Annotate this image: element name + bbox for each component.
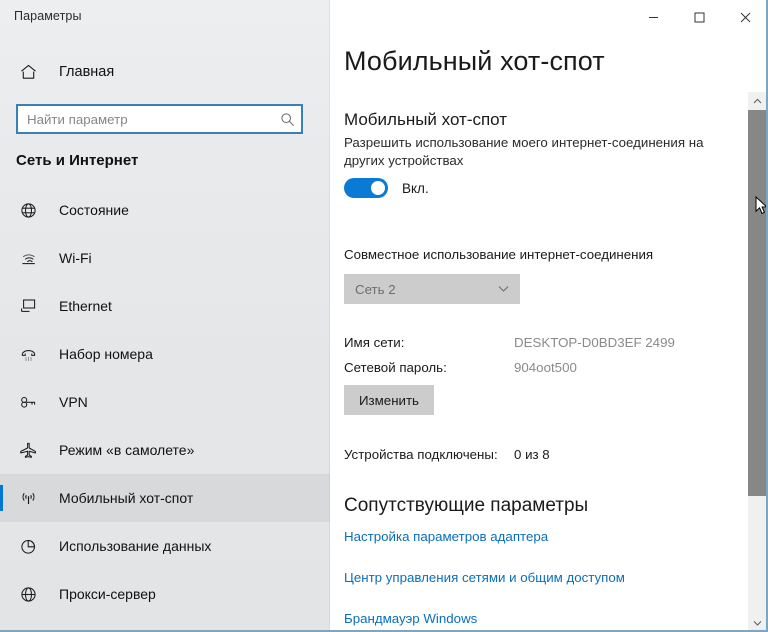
hotspot-toggle[interactable]	[344, 178, 388, 198]
devices-connected-row: Устройства подключены: 0 из 8	[344, 447, 550, 462]
network-password-row: Сетевой пароль: 904oot500	[344, 360, 577, 375]
close-icon	[740, 12, 750, 22]
scroll-up-button[interactable]	[748, 92, 766, 110]
sidebar-item-label: Режим «в самолете»	[59, 442, 195, 458]
hotspot-section-heading: Мобильный хот-спот	[344, 110, 508, 129]
sidebar-item-label: VPN	[59, 394, 88, 410]
home-label: Главная	[59, 64, 115, 80]
link-network-sharing-center[interactable]: Центр управления сетями и общим доступом	[344, 570, 625, 585]
sidebar-item-proxy[interactable]: Прокси-сервер	[0, 570, 330, 618]
sidebar-item-label: Ethernet	[59, 298, 112, 314]
sidebar-item-vpn[interactable]: VPN	[0, 378, 330, 426]
hotspot-toggle-label: Вкл.	[402, 180, 429, 196]
hotspot-toggle-row: Вкл.	[344, 178, 429, 198]
link-windows-firewall[interactable]: Брандмауэр Windows	[344, 611, 477, 626]
close-button[interactable]	[722, 0, 766, 34]
sidebar-item-status[interactable]: Состояние	[0, 186, 330, 234]
search-icon	[273, 112, 301, 127]
airplane-icon	[16, 442, 40, 458]
settings-window: Параметры Главная Найти параметр Сеть и …	[0, 0, 768, 632]
sidebar-item-data-usage[interactable]: Использование данных	[0, 522, 330, 570]
settings-scroll-area: Мобильный хот-спот Разрешить использован…	[330, 92, 750, 630]
title-bar: Параметры	[0, 0, 766, 34]
sidebar-item-label: Использование данных	[59, 538, 212, 554]
sharing-dropdown-value: Сеть 2	[355, 281, 396, 297]
content-pane: Мобильный хот-спот Мобильный хот-спот Ра…	[330, 0, 766, 630]
wifi-icon	[16, 251, 40, 266]
sidebar-item-dialup[interactable]: Набор номера	[0, 330, 330, 378]
sidebar-item-wifi[interactable]: Wi-Fi	[0, 234, 330, 282]
hotspot-description: Разрешить использование моего интернет-с…	[344, 135, 704, 169]
toggle-knob	[371, 181, 385, 195]
sharing-label: Совместное использование интернет-соедин…	[344, 247, 654, 262]
window-title: Параметры	[14, 9, 82, 23]
devices-connected-value: 0 из 8	[514, 447, 550, 462]
sidebar-item-airplane-mode[interactable]: Режим «в самолете»	[0, 426, 330, 474]
devices-connected-label: Устройства подключены:	[344, 447, 498, 462]
sidebar-item-label: Состояние	[59, 202, 129, 218]
chevron-down-icon	[494, 285, 512, 293]
scroll-down-button[interactable]	[748, 614, 766, 630]
dialup-phone-icon	[16, 346, 40, 362]
search-box[interactable]	[16, 104, 303, 134]
chevron-up-icon	[753, 98, 761, 104]
minimize-button[interactable]	[630, 0, 676, 34]
sidebar-item-label: Мобильный хот-спот	[59, 490, 194, 506]
maximize-button[interactable]	[676, 0, 722, 34]
hotspot-icon	[16, 490, 40, 506]
sidebar-item-ethernet[interactable]: Ethernet	[0, 282, 330, 330]
content-scrollbar[interactable]	[748, 92, 766, 630]
minimize-icon	[648, 16, 658, 18]
edit-button[interactable]: Изменить	[344, 385, 434, 415]
network-name-label: Имя сети:	[344, 335, 405, 350]
sidebar-item-mobile-hotspot[interactable]: Мобильный хот-спот	[0, 474, 330, 522]
network-password-value: 904oot500	[514, 360, 577, 375]
globe-proxy-icon	[16, 586, 40, 603]
chevron-down-icon	[753, 621, 761, 626]
sidebar-nav-list: Состояние Wi-Fi Ethernet Набор номера VP…	[0, 186, 330, 618]
network-password-label: Сетевой пароль:	[344, 360, 447, 375]
sidebar-item-label: Wi-Fi	[59, 250, 92, 266]
pie-chart-icon	[16, 538, 40, 555]
sidebar-item-label: Набор номера	[59, 346, 153, 362]
network-name-row: Имя сети: DESKTOP-D0BD3EF 2499	[344, 335, 675, 350]
sharing-dropdown[interactable]: Сеть 2	[344, 274, 520, 304]
sidebar: Главная Сеть и Интернет	[0, 0, 330, 630]
scrollbar-thumb[interactable]	[748, 110, 766, 496]
network-name-value: DESKTOP-D0BD3EF 2499	[514, 335, 675, 350]
home-icon	[16, 64, 40, 80]
sidebar-item-label: Прокси-сервер	[59, 586, 156, 602]
vpn-key-icon	[16, 395, 40, 409]
monitor-icon	[16, 298, 40, 314]
link-adapter-settings[interactable]: Настройка параметров адаптера	[344, 529, 548, 544]
window-controls	[630, 0, 766, 34]
search-input[interactable]	[18, 106, 273, 132]
sidebar-item-home[interactable]: Главная	[0, 55, 330, 89]
globe-status-icon	[16, 202, 40, 219]
sidebar-category-title: Сеть и Интернет	[16, 152, 139, 169]
maximize-icon	[694, 12, 704, 22]
related-settings-title: Сопутствующие параметры	[344, 495, 589, 516]
page-title: Мобильный хот-спот	[344, 46, 605, 76]
